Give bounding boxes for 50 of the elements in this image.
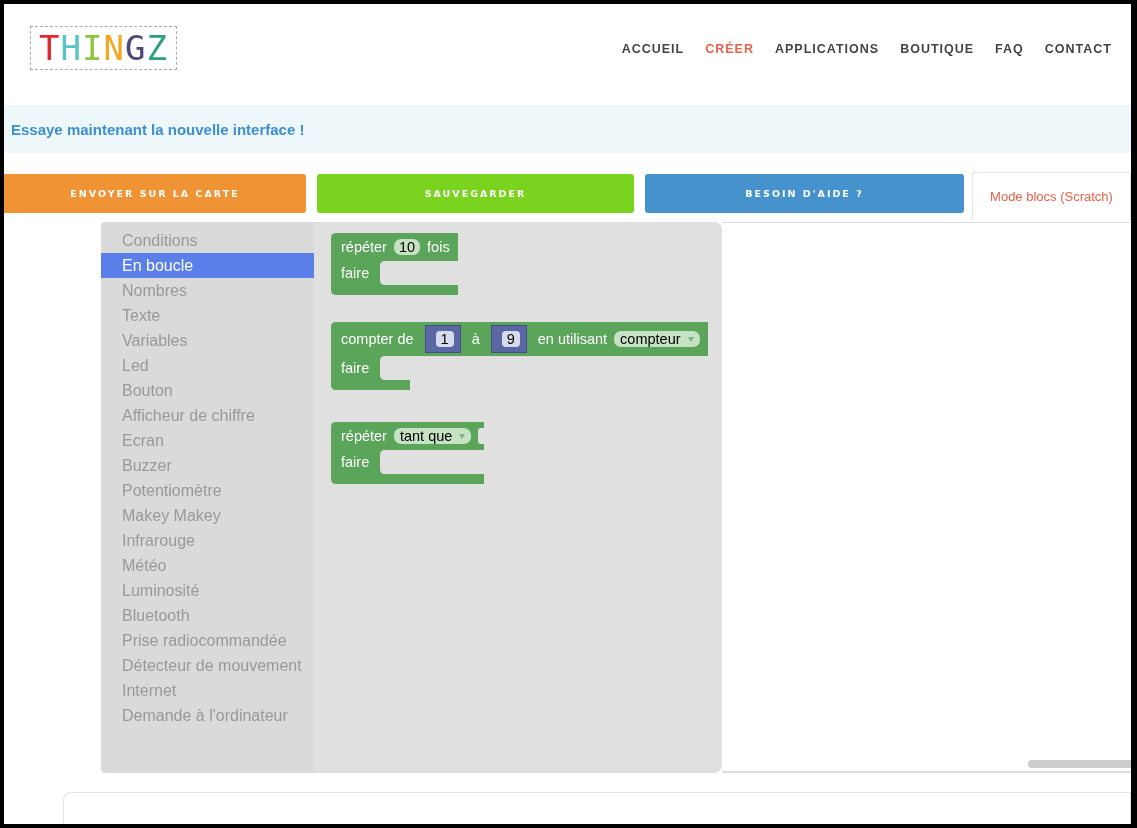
nav-link[interactable]: CRÉER xyxy=(705,41,754,56)
category-item[interactable]: Luminosité xyxy=(101,578,314,603)
category-item[interactable]: Infrarouge xyxy=(101,528,314,553)
nav-link[interactable]: APPLICATIONS xyxy=(775,41,880,56)
value-block[interactable]: 1 xyxy=(424,325,461,353)
dropdown-field[interactable]: tant que xyxy=(393,428,472,444)
category-item[interactable]: Variables xyxy=(101,328,314,353)
caret-icon xyxy=(459,433,466,439)
block-label: répéter xyxy=(341,428,387,444)
block-label: faire xyxy=(341,454,370,470)
mode-tab[interactable]: Mode blocs (Scratch) xyxy=(972,172,1131,220)
category-item[interactable]: Détecteur de mouvement xyxy=(101,653,314,678)
category-item[interactable]: Afficheur de chiffre xyxy=(101,403,314,428)
block-label: compter de xyxy=(341,331,414,347)
code-block[interactable] xyxy=(331,233,458,295)
category-item[interactable]: Prise radiocommandée xyxy=(101,628,314,653)
nav-link[interactable]: FAQ xyxy=(995,41,1024,56)
block-label: à xyxy=(471,331,480,347)
category-item[interactable]: Nombres xyxy=(101,278,314,303)
caret-icon xyxy=(687,336,694,342)
block-label: faire xyxy=(341,265,370,281)
block-label: en utilisant xyxy=(537,331,608,347)
category-item[interactable]: Led xyxy=(101,353,314,378)
action-button[interactable]: ENVOYER SUR LA CARTE xyxy=(4,174,306,213)
logo[interactable]: THINGZ xyxy=(30,25,177,70)
category-item[interactable]: Bouton xyxy=(101,378,314,403)
category-item[interactable]: En boucle xyxy=(101,253,314,278)
category-item[interactable]: Texte xyxy=(101,303,314,328)
banner-text[interactable]: Essaye maintenant la nouvelle interface ! xyxy=(11,120,305,138)
category-item[interactable]: Conditions xyxy=(101,228,314,253)
value-block[interactable]: 9 xyxy=(490,325,527,353)
nav-link[interactable]: ACCUEIL xyxy=(621,41,685,56)
category-item[interactable]: Ecran xyxy=(101,428,314,453)
category-item[interactable]: Internet xyxy=(101,678,314,703)
nav-link[interactable]: BOUTIQUE xyxy=(900,41,975,56)
category-item[interactable]: Demande à l'ordinateur xyxy=(101,703,314,728)
block-label: fois xyxy=(427,239,450,255)
category-item[interactable]: Bluetooth xyxy=(101,603,314,628)
input-socket-icon xyxy=(478,428,485,444)
nav-link[interactable]: CONTACT xyxy=(1044,41,1112,56)
category-item[interactable]: Météo xyxy=(101,553,314,578)
scrollbar[interactable] xyxy=(1028,760,1131,768)
block-label: répéter xyxy=(341,239,387,255)
action-button[interactable]: SAUVEGARDER xyxy=(317,174,634,213)
action-button[interactable]: BESOIN D'AIDE ? xyxy=(645,174,964,213)
block-label: faire xyxy=(341,360,370,376)
category-item[interactable]: Buzzer xyxy=(101,453,314,478)
category-item[interactable]: Makey Makey xyxy=(101,503,314,528)
dropdown-field[interactable]: compteur xyxy=(614,331,700,347)
category-item[interactable]: Potentiomètre xyxy=(101,478,314,503)
